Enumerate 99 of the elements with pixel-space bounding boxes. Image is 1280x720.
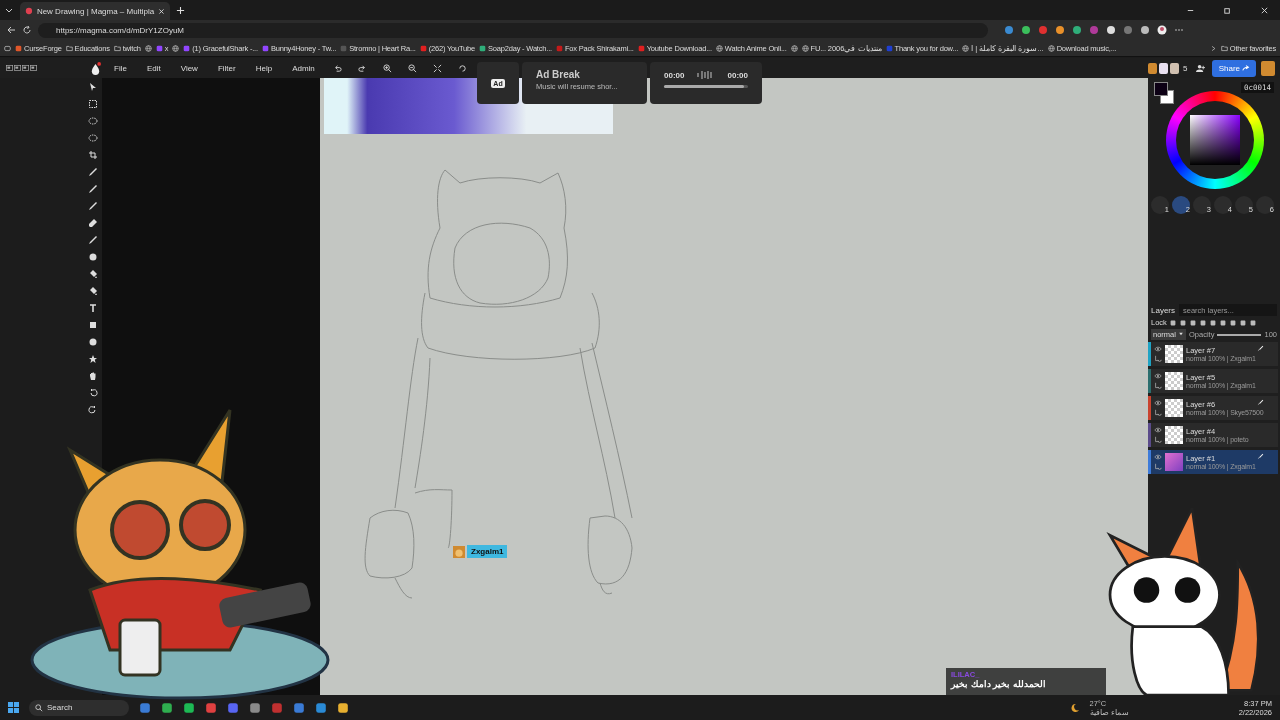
layout-icon[interactable] — [22, 65, 29, 71]
eraser-tool-icon[interactable] — [88, 218, 98, 228]
menu-item[interactable]: Filter — [210, 63, 243, 73]
cursor-user-label: Zxgalm1 — [467, 545, 508, 558]
profile-avatar-icon[interactable] — [1157, 25, 1167, 35]
restore-icon[interactable] — [1223, 5, 1232, 15]
menu-item[interactable]: Admin — [285, 63, 322, 73]
taskbar-app-icon[interactable] — [249, 701, 261, 714]
globe-icon — [715, 44, 723, 52]
taskbar-app-icon[interactable] — [293, 701, 305, 714]
taskbar-app-icon[interactable] — [183, 701, 195, 714]
globe-icon — [1047, 44, 1055, 52]
layout-icon[interactable] — [14, 65, 21, 71]
folder-icon — [65, 44, 73, 52]
text-tool-icon[interactable] — [88, 303, 98, 313]
share-arrow-icon — [1242, 64, 1251, 73]
back-icon[interactable] — [6, 25, 16, 35]
taskbar-app-icon[interactable] — [337, 701, 349, 714]
link-icon[interactable] — [1154, 382, 1162, 390]
undo-tool-icon[interactable] — [88, 388, 98, 398]
time-total: 00:00 — [727, 70, 748, 80]
magma-logo-icon — [25, 7, 33, 15]
chevron-right-icon[interactable] — [1209, 44, 1217, 52]
link-icon[interactable] — [1154, 463, 1162, 471]
folder-icon — [113, 44, 121, 52]
undo-icon[interactable] — [332, 63, 342, 73]
time-elapsed: 00:00 — [664, 70, 685, 80]
reload-icon[interactable] — [22, 25, 32, 35]
user-avatar[interactable] — [1159, 62, 1168, 74]
menu-item[interactable]: File — [107, 63, 134, 73]
bookmark[interactable] — [172, 44, 180, 52]
rotate-icon[interactable] — [457, 63, 467, 73]
layout-icon[interactable] — [6, 65, 13, 71]
magma-logo-icon[interactable] — [90, 61, 101, 75]
close-icon[interactable] — [158, 7, 165, 15]
globe-icon — [790, 44, 798, 52]
taskbar-search-field[interactable]: Search — [29, 699, 129, 716]
brush-tool-icon[interactable] — [88, 235, 98, 245]
share-button[interactable]: Share — [1212, 59, 1257, 77]
address-bar[interactable]: https://magma.com/d/mDrY1ZOyuM — [38, 22, 988, 38]
menu-item[interactable]: Help — [248, 63, 280, 73]
user-avatar[interactable] — [1148, 62, 1157, 74]
windows-start-icon[interactable] — [8, 702, 19, 713]
redo-tool-icon[interactable] — [88, 405, 98, 415]
link-icon[interactable] — [1154, 436, 1162, 444]
caret-icon — [1178, 331, 1184, 337]
search-icon — [35, 703, 43, 712]
brush-tool-icon[interactable] — [88, 201, 98, 211]
layout-icon[interactable] — [30, 65, 37, 71]
link-icon[interactable] — [1154, 409, 1162, 417]
taskbar-app-icon[interactable] — [315, 701, 327, 714]
zoom-out-icon[interactable] — [407, 63, 417, 73]
circle-tool-icon[interactable] — [88, 337, 98, 347]
star-tool-icon[interactable] — [88, 354, 98, 364]
square-tool-icon[interactable] — [88, 320, 98, 330]
eye-icon[interactable] — [1154, 426, 1162, 434]
eye-icon[interactable] — [1154, 345, 1162, 353]
eye-icon[interactable] — [1154, 372, 1162, 380]
chat-message: الحمدلله بخير دامك بخير — [951, 679, 1047, 689]
browser-tab[interactable]: New Drawing | Magma – Multipla — [20, 2, 170, 20]
apps-icon[interactable] — [4, 44, 11, 52]
globe-icon — [962, 44, 970, 52]
globe-icon — [144, 44, 152, 52]
add-user-icon[interactable] — [1196, 63, 1206, 73]
menu-item[interactable]: View — [173, 63, 205, 73]
taskbar-app-icon[interactable] — [139, 701, 151, 714]
redo-icon[interactable] — [357, 63, 367, 73]
link-icon[interactable] — [1154, 355, 1162, 363]
cursor-tool-icon[interactable] — [88, 82, 98, 92]
user-avatar[interactable] — [1261, 60, 1276, 76]
fit-icon[interactable] — [432, 63, 442, 73]
taskbar-app-icon[interactable] — [161, 701, 173, 714]
bucket-tool-icon[interactable] — [88, 286, 98, 296]
globe-icon — [801, 44, 809, 52]
hand-tool-icon[interactable] — [88, 371, 98, 381]
foreground-color-swatch[interactable] — [1154, 82, 1168, 96]
crop-tool-icon[interactable] — [88, 150, 98, 160]
eye-icon[interactable] — [1154, 399, 1162, 407]
blob-tool-icon[interactable] — [88, 252, 98, 262]
close-icon[interactable] — [1260, 5, 1269, 15]
layers-title: Layers — [1151, 305, 1175, 315]
taskbar-app-icon[interactable] — [205, 701, 217, 714]
select-tool-icon[interactable] — [88, 99, 98, 109]
opacity-slider[interactable] — [1217, 333, 1262, 336]
globe-icon — [172, 44, 180, 52]
cat-avatar-icon — [453, 545, 465, 558]
bookmark[interactable] — [144, 44, 152, 52]
zoom-in-icon[interactable] — [382, 63, 392, 73]
taskbar-app-icon[interactable] — [227, 701, 239, 714]
bucket-tool-icon[interactable] — [88, 269, 98, 279]
user-avatar[interactable] — [1170, 62, 1179, 74]
user-count: 5 — [1183, 63, 1188, 73]
new-tab-icon[interactable] — [176, 5, 185, 15]
bookmark[interactable] — [790, 44, 798, 52]
ad-title: Ad Break — [536, 69, 581, 80]
menu-item[interactable]: Edit — [139, 63, 168, 73]
folder-icon — [1220, 44, 1228, 52]
eye-icon[interactable] — [1154, 453, 1162, 461]
moon-icon — [1069, 702, 1080, 713]
